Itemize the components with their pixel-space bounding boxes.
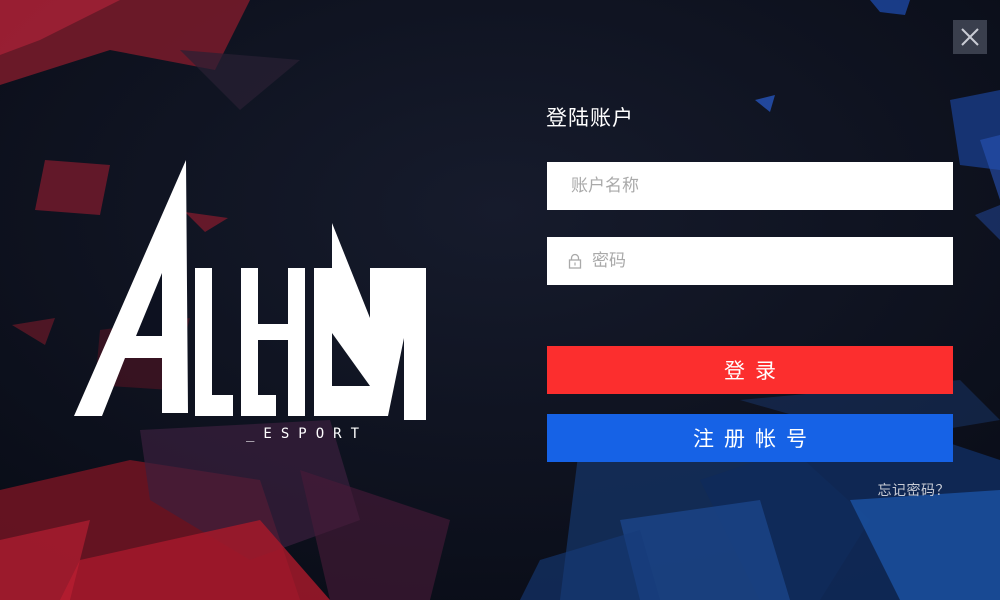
login-title: 登陆账户 xyxy=(546,106,634,130)
login-button-label: 登录 xyxy=(724,359,786,383)
forgot-password-link[interactable]: 忘记密码？ xyxy=(878,480,951,500)
login-button[interactable]: 登录 xyxy=(547,346,953,394)
username-input[interactable] xyxy=(569,161,953,211)
register-button[interactable]: 注册帐号 xyxy=(547,414,953,462)
close-button[interactable] xyxy=(953,20,987,54)
password-field[interactable] xyxy=(547,236,953,286)
close-icon xyxy=(961,28,979,46)
lock-icon xyxy=(568,252,584,270)
password-input[interactable] xyxy=(590,236,953,286)
logo-subtitle: _ESPORT xyxy=(246,426,368,442)
username-field[interactable] xyxy=(547,161,953,211)
all-in-logo: _ESPORT xyxy=(74,160,426,442)
register-button-label: 注册帐号 xyxy=(693,427,817,451)
